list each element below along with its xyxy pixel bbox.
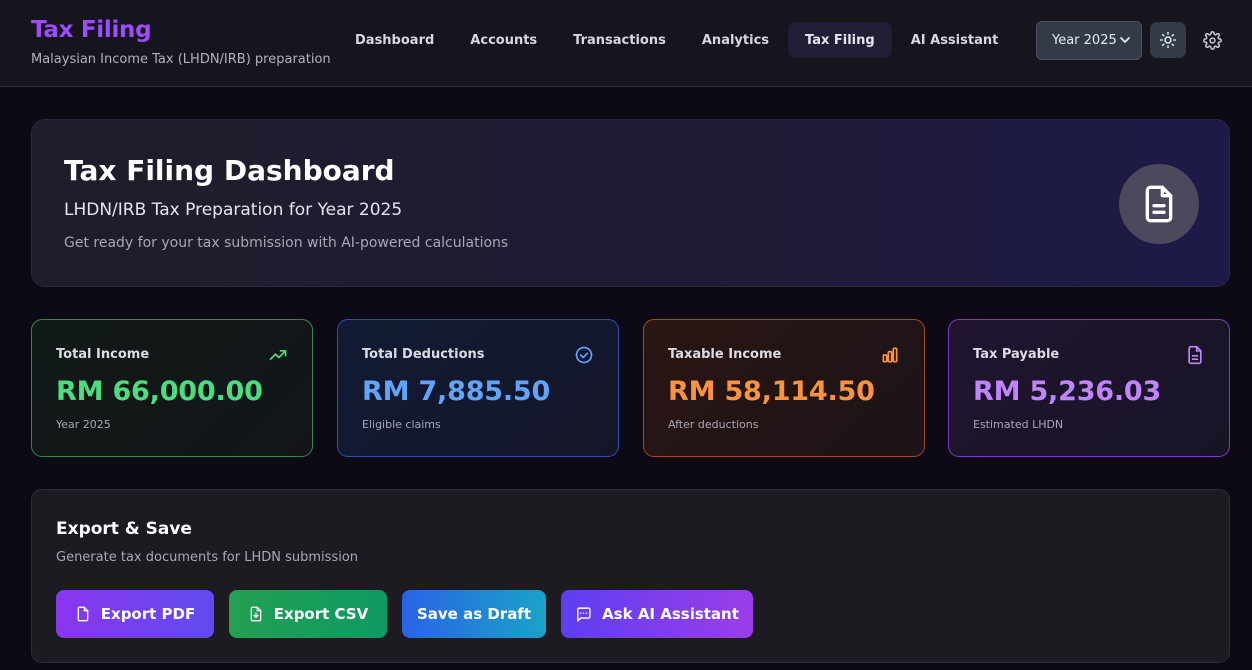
- trending-up-icon: [269, 350, 287, 360]
- main-nav: Dashboard Accounts Transactions Analytic…: [338, 22, 1017, 58]
- button-label: Save as Draft: [416, 605, 532, 623]
- button-label: Export PDF: [100, 605, 196, 623]
- app-title: Tax Filing: [31, 17, 152, 43]
- stat-label: Tax Payable: [973, 347, 1060, 362]
- settings-button[interactable]: [1200, 28, 1224, 52]
- document-icon: [1145, 185, 1173, 223]
- stat-card-total-income: Total Income RM 66,000.00 Year 2025: [31, 319, 313, 457]
- button-label: Export CSV: [273, 605, 369, 623]
- check-circle-icon: [575, 346, 593, 364]
- nav-dashboard[interactable]: Dashboard: [338, 22, 451, 58]
- bar-chart-icon: [882, 347, 898, 363]
- hero-description: Get ready for your tax submission with A…: [64, 235, 509, 251]
- export-panel: Export & Save Generate tax documents for…: [31, 489, 1230, 663]
- hero-icon-badge: [1119, 164, 1199, 244]
- file-download-icon: [250, 606, 262, 622]
- stat-card-tax-payable: Tax Payable RM 5,236.03 Estimated LHDN: [948, 319, 1230, 457]
- year-select-value: Year 2025: [1052, 33, 1117, 48]
- year-select[interactable]: Year 2025: [1036, 21, 1142, 60]
- sun-icon: [1159, 31, 1177, 49]
- nav-accounts[interactable]: Accounts: [453, 22, 554, 58]
- nav-ai-assistant[interactable]: AI Assistant: [894, 22, 1016, 58]
- stat-note: Year 2025: [56, 418, 111, 431]
- stat-value: RM 58,114.50: [668, 376, 875, 407]
- stat-note: Estimated LHDN: [973, 418, 1064, 431]
- chevron-down-icon: [1120, 37, 1130, 43]
- app-subtitle: Malaysian Income Tax (LHDN/IRB) preparat…: [31, 52, 331, 67]
- document-icon: [1188, 345, 1202, 365]
- stat-note: Eligible claims: [362, 418, 441, 431]
- stat-label: Total Deductions: [362, 347, 485, 362]
- save-draft-button[interactable]: Save as Draft: [402, 590, 546, 638]
- export-title: Export & Save: [56, 519, 192, 539]
- export-pdf-button[interactable]: Export PDF: [56, 590, 214, 638]
- export-subtitle: Generate tax documents for LHDN submissi…: [56, 550, 359, 565]
- nav-transactions[interactable]: Transactions: [556, 22, 683, 58]
- theme-toggle-button[interactable]: [1150, 22, 1186, 58]
- nav-tax-filing[interactable]: Tax Filing: [788, 22, 892, 58]
- stat-note: After deductions: [668, 418, 759, 431]
- stat-label: Total Income: [56, 347, 150, 362]
- ask-ai-button[interactable]: Ask AI Assistant: [561, 590, 753, 638]
- button-label: Ask AI Assistant: [602, 605, 739, 623]
- nav-analytics[interactable]: Analytics: [685, 22, 786, 58]
- export-csv-button[interactable]: Export CSV: [229, 590, 387, 638]
- gear-icon: [1202, 30, 1222, 50]
- app-header: Tax Filing Malaysian Income Tax (LHDN/IR…: [0, 0, 1252, 87]
- stat-label: Taxable Income: [668, 347, 782, 362]
- stat-value: RM 5,236.03: [973, 376, 1162, 407]
- stat-card-taxable-income: Taxable Income RM 58,114.50 After deduct…: [643, 319, 925, 457]
- stat-value: RM 66,000.00: [56, 376, 263, 407]
- file-icon: [77, 606, 89, 622]
- hero-banner: Tax Filing Dashboard LHDN/IRB Tax Prepar…: [31, 119, 1230, 287]
- page-title: Tax Filing Dashboard: [64, 154, 395, 187]
- stat-card-total-deductions: Total Deductions RM 7,885.50 Eligible cl…: [337, 319, 619, 457]
- stat-value: RM 7,885.50: [362, 376, 551, 407]
- chat-icon: [577, 606, 591, 622]
- hero-subtitle: LHDN/IRB Tax Preparation for Year 2025: [64, 200, 403, 220]
